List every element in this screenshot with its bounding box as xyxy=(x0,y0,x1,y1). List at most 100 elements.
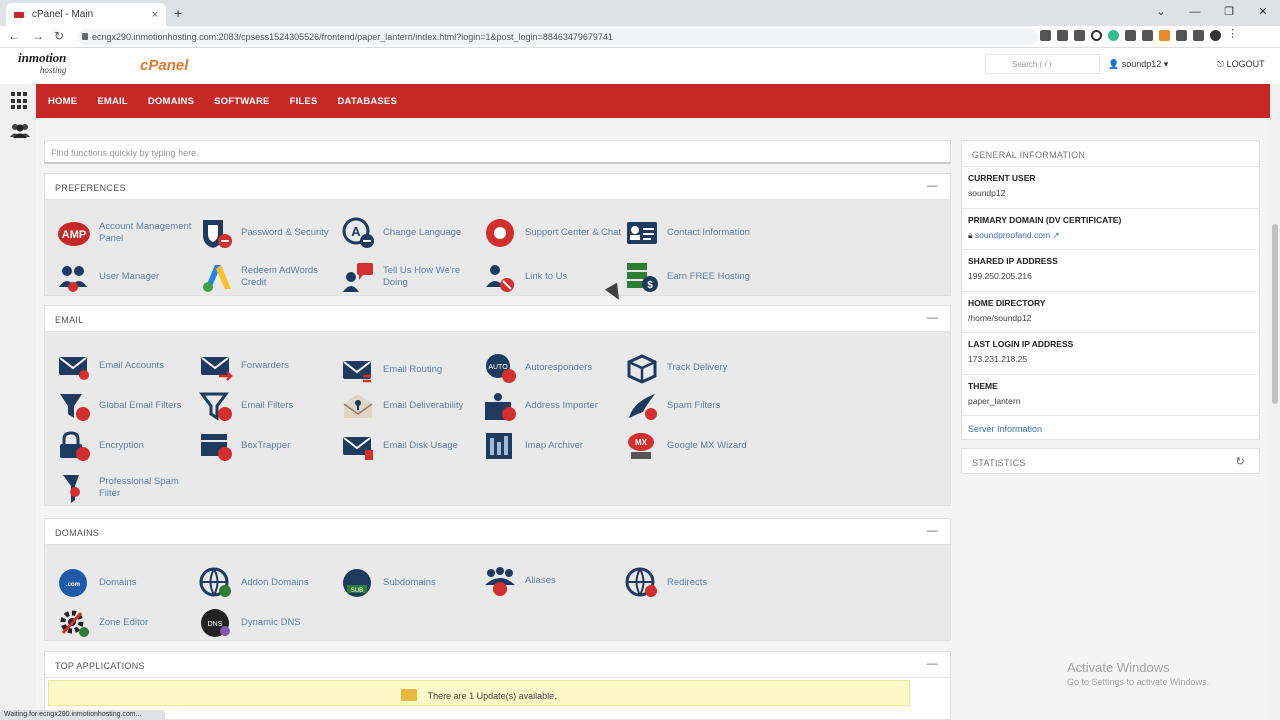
logout-button[interactable]: ⎋ LOGOUT xyxy=(1217,59,1265,70)
addon-domains-link[interactable]: Addon Domains xyxy=(199,565,339,601)
browser-menu-icon[interactable]: ⋮ xyxy=(1227,29,1238,41)
email-deliverability-link[interactable]: Email Deliverability xyxy=(341,388,481,424)
collapse-icon[interactable]: — xyxy=(927,658,938,670)
new-tab-button[interactable]: + xyxy=(174,5,182,21)
imap-archiver-link[interactable]: Imap Archiver xyxy=(483,428,623,464)
email-disk-usage-link[interactable]: Email Disk Usage xyxy=(341,428,481,464)
reload-icon[interactable]: ↻ xyxy=(54,29,64,43)
browser-tab[interactable]: cPanel - Main × xyxy=(6,3,166,26)
collapse-icon[interactable]: — xyxy=(927,180,938,192)
email-accounts-link[interactable]: Email Accounts xyxy=(57,348,197,384)
forward-arrow-icon[interactable]: → xyxy=(32,29,44,43)
lock-icon: 🔒︎ xyxy=(968,229,973,240)
feedback-link[interactable]: Tell Us How We're Doing xyxy=(341,259,481,295)
share-icon[interactable] xyxy=(1057,30,1068,41)
panel-header[interactable]: PREFERENCES — xyxy=(45,174,950,200)
close-window-icon[interactable]: ✕ xyxy=(1246,0,1280,24)
minimize-icon[interactable]: — xyxy=(1178,0,1212,24)
item-label: BoxTrapper xyxy=(241,440,291,451)
cpanel-logo[interactable]: cPanel xyxy=(140,57,188,74)
server-information-link[interactable]: Server Information xyxy=(962,416,1259,442)
inmotion-logo[interactable]: inmotion hosting xyxy=(18,51,66,76)
global-email-filters-link[interactable]: Global Email Filters xyxy=(57,388,197,424)
change-language-link[interactable]: A Change Language xyxy=(341,215,481,251)
refresh-icon[interactable]: ↻ xyxy=(1235,455,1245,468)
nav-files[interactable]: FILES xyxy=(290,96,318,107)
nav-software[interactable]: SOFTWARE xyxy=(214,96,269,107)
svg-text:MX: MX xyxy=(635,438,648,447)
collapse-icon[interactable]: — xyxy=(927,312,938,324)
zone-editor-link[interactable]: Zone Editor xyxy=(57,605,197,641)
email-filters-link[interactable]: Email Filters xyxy=(199,388,339,424)
panel-header[interactable]: TOP APPLICATIONS — xyxy=(45,652,950,678)
svg-text:AUTO: AUTO xyxy=(488,364,508,371)
key-icon[interactable] xyxy=(1040,30,1051,41)
url-input[interactable]: ecngx290.inmotionhosting.com:2083/cpsess… xyxy=(78,29,1038,45)
chevron-down-icon[interactable]: ⌄ xyxy=(1144,0,1178,24)
user-menu[interactable]: 👤 soundp12 ▾ xyxy=(1108,59,1168,70)
users-icon[interactable] xyxy=(9,122,31,138)
boxtrapper-link[interactable]: BoxTrapper xyxy=(199,428,339,464)
encryption-link[interactable]: Encryption xyxy=(57,428,197,464)
general-information-panel: GENERAL INFORMATION CURRENT USER soundp1… xyxy=(961,140,1260,440)
contact-information-link[interactable]: Contact Information xyxy=(625,215,765,251)
svg-text:A: A xyxy=(351,224,361,239)
domains-icon: .com xyxy=(59,569,87,597)
nav-domains[interactable]: DOMAINS xyxy=(148,96,194,107)
panel-header[interactable]: EMAIL — xyxy=(45,306,950,332)
updates-notice[interactable]: There are 1 Update(s) available. xyxy=(48,680,910,706)
password-security-link[interactable]: Password & Security xyxy=(199,215,339,251)
address-importer-link[interactable]: Address Importer xyxy=(483,388,623,424)
aliases-link[interactable]: Aliases xyxy=(483,563,623,599)
earn-free-hosting-link[interactable]: $ Earn FREE Hosting xyxy=(625,259,765,295)
apps-grid-icon[interactable] xyxy=(11,92,29,110)
page-scrollbar[interactable] xyxy=(1270,84,1280,720)
email-routing-link[interactable]: Email Routing xyxy=(341,352,481,388)
item-label: Password & Security xyxy=(241,227,329,238)
nav-databases[interactable]: DATABASES xyxy=(338,96,398,107)
subdomains-link[interactable]: SUB Subdomains xyxy=(341,565,481,601)
user-manager-link[interactable]: User Manager xyxy=(57,259,197,295)
autoresponders-link[interactable]: AUTO Autoresponders xyxy=(483,350,623,386)
function-search-input[interactable]: Find functions quickly by typing here. xyxy=(44,140,951,164)
extension-circle-icon[interactable] xyxy=(1091,30,1102,41)
track-delivery-link[interactable]: Track Delivery xyxy=(625,350,765,386)
item-label: Email Filters xyxy=(241,400,294,411)
metamask-icon[interactable] xyxy=(1159,30,1170,41)
email-routing-icon xyxy=(343,361,371,383)
nav-email[interactable]: EMAIL xyxy=(97,96,128,107)
item-label: Autoresponders xyxy=(525,362,593,373)
domains-link[interactable]: .com Domains xyxy=(57,565,197,601)
redirects-link[interactable]: Redirects xyxy=(625,565,765,601)
star-icon[interactable] xyxy=(1074,30,1085,41)
header-search-input[interactable]: Search ( / ) xyxy=(985,54,1100,74)
profile-avatar[interactable] xyxy=(1210,30,1221,41)
redeem-adwords-link[interactable]: Redeem AdWords Credit xyxy=(199,259,339,295)
item-label: Change Language xyxy=(383,227,462,238)
back-arrow-icon[interactable]: ← xyxy=(8,29,20,43)
primary-domain-link[interactable]: 🔒︎ soundproofand.com ↗ xyxy=(968,230,1253,241)
link-to-us-link[interactable]: Link to Us xyxy=(483,259,623,295)
forwarders-link[interactable]: Forwarders xyxy=(199,348,339,384)
google-mx-wizard-link[interactable]: MX Google MX Wizard xyxy=(625,428,765,464)
extension-green-icon[interactable] xyxy=(1108,30,1119,41)
statistics-panel[interactable]: STATISTICS ↻ xyxy=(961,448,1260,474)
tab-close-icon[interactable]: × xyxy=(152,9,158,21)
browser-tabbar: cPanel - Main × + ⌄ — ❐ ✕ xyxy=(0,0,1280,26)
extension-list-icon[interactable] xyxy=(1142,30,1153,41)
panel-header[interactable]: DOMAINS — xyxy=(45,519,950,545)
professional-spam-filter-link[interactable]: Professional Spam Filter xyxy=(57,470,197,506)
extension-box-icon[interactable] xyxy=(1125,30,1136,41)
collapse-icon[interactable]: — xyxy=(927,525,938,537)
dynamic-dns-link[interactable]: DNS Dynamic DNS xyxy=(199,605,339,641)
extension-puzzle-icon[interactable] xyxy=(1176,30,1187,41)
spam-filters-link[interactable]: Spam Filters xyxy=(625,388,765,424)
scrollbar-thumb[interactable] xyxy=(1272,224,1278,404)
support-center-link[interactable]: Support Center & Chat xyxy=(483,215,623,251)
item-label: Email Routing xyxy=(383,364,443,375)
maximize-icon[interactable]: ❐ xyxy=(1212,0,1246,24)
nav-home[interactable]: HOME xyxy=(48,96,77,107)
pin-icon[interactable] xyxy=(1193,30,1204,41)
account-management-panel-link[interactable]: AMP Account Management Panel xyxy=(57,215,197,251)
item-label: Email Disk Usage xyxy=(383,440,458,451)
